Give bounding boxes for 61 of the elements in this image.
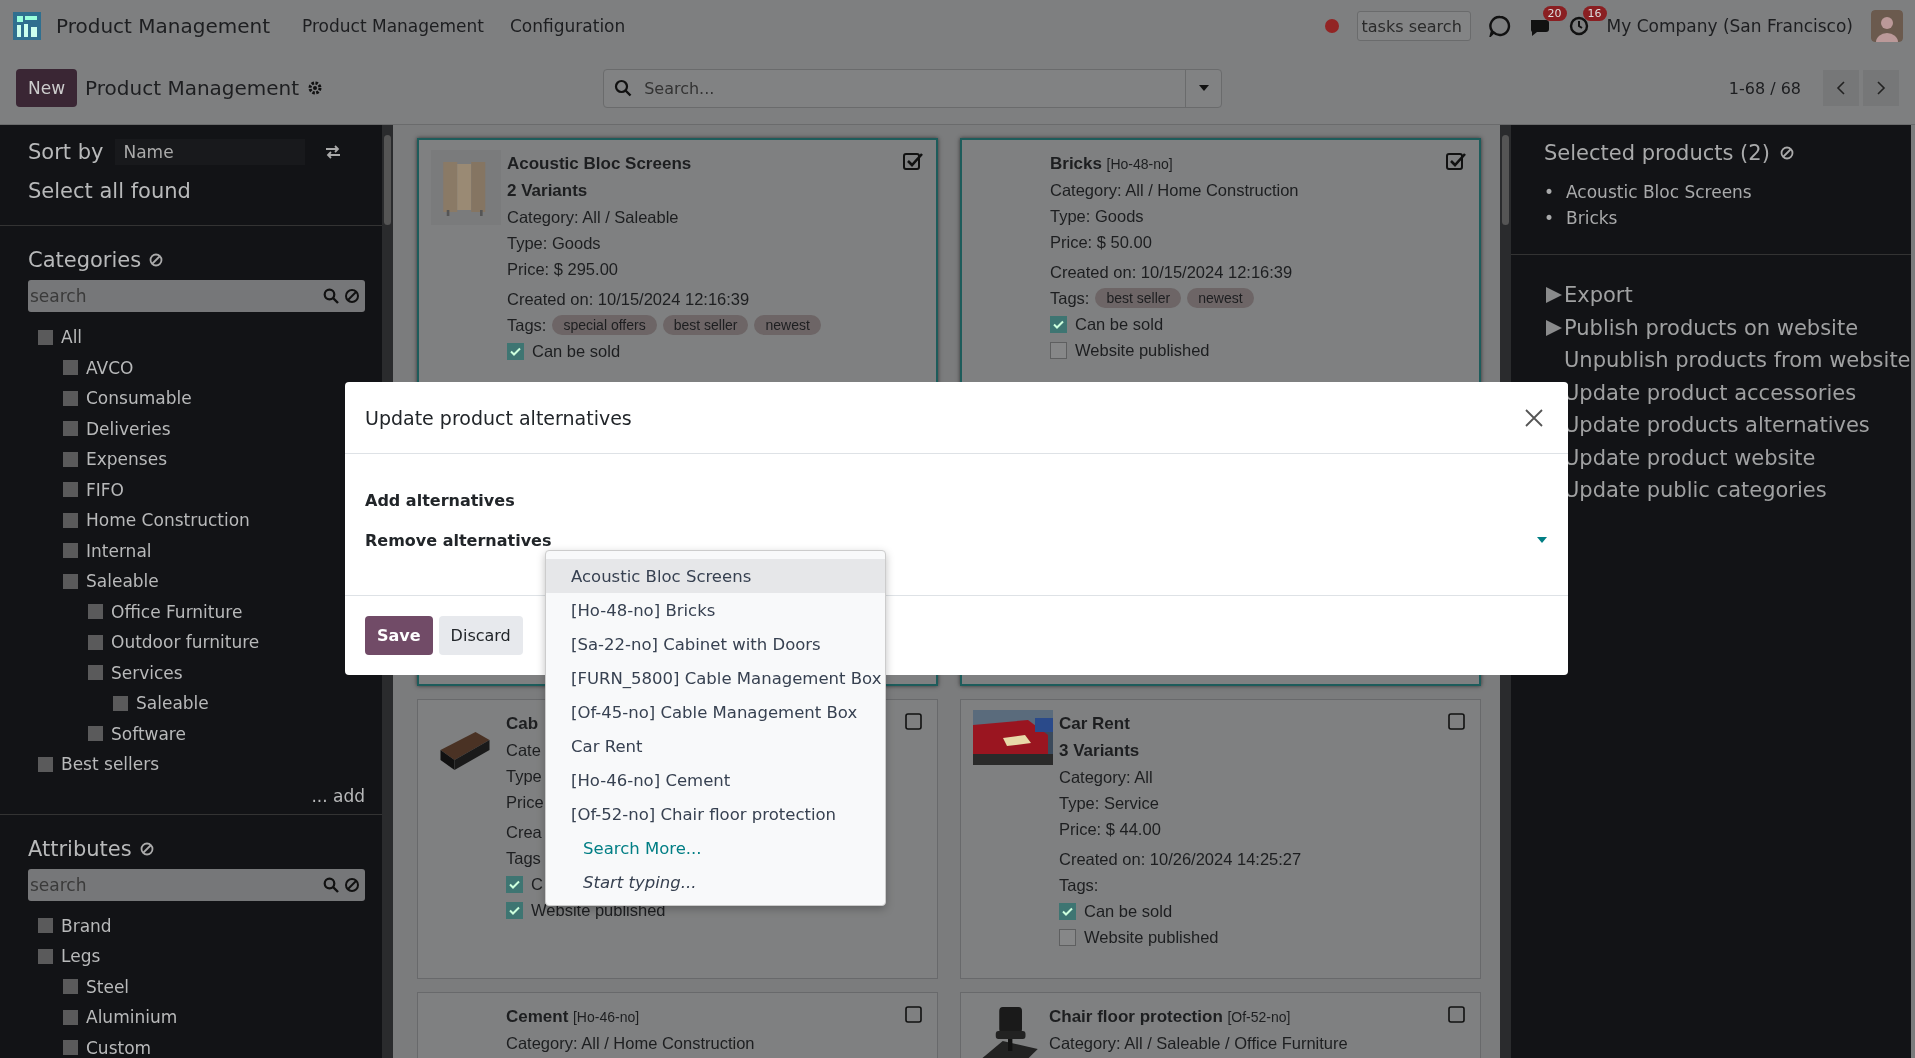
field-label: Add alternatives — [365, 490, 515, 510]
list-item: Bricks — [1566, 207, 1618, 230]
count-badge: 16 — [1582, 6, 1607, 21]
tag: newest — [1187, 288, 1254, 308]
product-detail: Category: All / Saleable / Office Furniture — [1049, 1034, 1348, 1052]
tag: newest — [754, 315, 821, 335]
product-name: Bricks — [1050, 154, 1102, 173]
product-code: [Of-52-no] — [1227, 1009, 1291, 1025]
product-detail: Cate — [506, 741, 541, 759]
tags-label: Tags: — [1059, 875, 1099, 896]
product-name: Acoustic Bloc Screens — [507, 154, 692, 173]
bullet: • — [1544, 181, 1555, 204]
product-name: Chair floor protection — [1049, 1007, 1223, 1026]
tag: best seller — [662, 315, 749, 335]
product-detail: Category: All / Saleable — [507, 208, 679, 226]
list-item: Acoustic Bloc Screens — [1566, 181, 1752, 204]
created-date: Created on: 10/15/2024 12:16:39 — [507, 290, 750, 308]
tags-label: Tags — [506, 848, 541, 869]
checkbox-label: Can be sold — [1084, 901, 1173, 922]
checkbox-label: Website published — [531, 900, 666, 921]
created-date: Crea — [506, 823, 542, 841]
variant-count: 2 Variants — [507, 181, 588, 200]
bullet: • — [1544, 207, 1555, 230]
checkbox-label: C — [531, 874, 543, 895]
product-detail: Price: $ 44.00 — [1059, 820, 1161, 838]
checkbox-label: Can be sold — [1075, 314, 1164, 335]
pager-value: 1-68 / 68 — [1728, 78, 1801, 98]
tags-label: Tags: — [1050, 288, 1090, 309]
checkbox-label: Can be sold — [532, 341, 621, 362]
breadcrumb-title: Product Management — [85, 76, 300, 100]
created-date: Created on: 10/26/2024 14:25:27 — [1059, 850, 1302, 868]
product-name: Cab — [506, 714, 539, 733]
product-detail: Type — [506, 767, 542, 785]
product-detail: Type: Goods — [1050, 207, 1144, 225]
checkbox-label: Website published — [1075, 340, 1210, 361]
hint-text: Start typing... — [583, 872, 697, 892]
tags-label: Tags: — [507, 315, 547, 336]
section-title: Categories — [28, 248, 142, 272]
variant-count: 3 Variants — [1059, 741, 1140, 760]
product-detail: Category: All — [1059, 768, 1153, 786]
dialog-title: Update product alternatives — [365, 406, 632, 429]
sort-label: Sort by — [28, 140, 104, 164]
product-detail: Type: Goods — [507, 234, 601, 252]
product-detail: Price: $ 295.00 — [507, 260, 618, 278]
tag: best seller — [1095, 288, 1182, 308]
tag: special offers — [552, 315, 657, 335]
product-detail: Category: All / Home Construction — [1050, 181, 1299, 199]
product-code: [Ho-46-no] — [572, 1009, 640, 1025]
product-detail: Category: All / Home Construction — [506, 1034, 755, 1052]
checkbox-label: Website published — [1084, 927, 1219, 948]
section-title: Attributes — [28, 836, 132, 861]
product-name: Cement — [506, 1007, 569, 1026]
count-badge: 20 — [1542, 6, 1567, 21]
panel-title: Selected products (2) — [1544, 141, 1770, 165]
product-detail: Price — [506, 793, 544, 811]
product-code: [Ho-48-no] — [1106, 156, 1173, 172]
product-detail: Type: Service — [1059, 794, 1159, 812]
product-name: Car Rent — [1059, 714, 1130, 733]
product-detail: Price: $ 50.00 — [1050, 233, 1152, 251]
created-date: Created on: 10/15/2024 12:16:39 — [1050, 263, 1293, 281]
field-label: Remove alternatives — [365, 530, 552, 550]
